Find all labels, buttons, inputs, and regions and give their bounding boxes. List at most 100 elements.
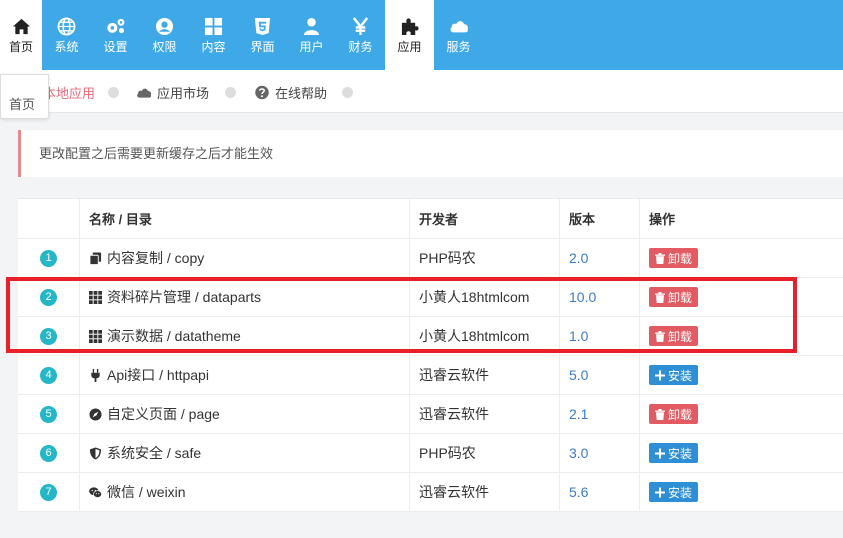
user-circle-icon	[155, 16, 175, 36]
table-row: 3 演示数据 / datatheme 小黄人18htmlcom 1.0 卸载	[18, 317, 843, 356]
nav-item-content[interactable]: 内容	[189, 0, 238, 70]
action-cell: 安装	[640, 434, 843, 472]
action-cell: 安装	[640, 356, 843, 394]
developer-cell: 小黄人18htmlcom	[410, 317, 560, 355]
user-icon	[302, 16, 322, 36]
uninstall-button[interactable]: 卸载	[649, 326, 699, 346]
uninstall-button[interactable]: 卸载	[649, 287, 699, 307]
version-text: 3.0	[569, 445, 589, 461]
app-name-text: 资料碎片管理 / dataparts	[107, 289, 262, 305]
developer-cell: 迅睿云软件	[410, 395, 560, 433]
nav-item-finance[interactable]: 财务	[336, 0, 385, 70]
action-cell: 卸载	[640, 395, 843, 433]
name-cell: 微信 / weixin	[80, 473, 410, 511]
table-row: 5 自定义页面 / page 迅睿云软件 2.1 卸载	[18, 395, 843, 434]
app-name-text: 系统安全 / safe	[107, 445, 202, 461]
index-cell: 2	[18, 278, 80, 316]
row-number-badge: 5	[40, 405, 57, 423]
grid-icon	[204, 16, 224, 36]
uninstall-button[interactable]: 卸载	[649, 248, 699, 268]
app-name-text: 自定义页面 / page	[107, 406, 220, 422]
app-name-text: 微信 / weixin	[107, 484, 186, 500]
app-name: Api接口 / httpapi	[89, 365, 209, 385]
table-row: 6 系统安全 / safe PHP码农 3.0 安装	[18, 434, 843, 473]
nav-item-home[interactable]: 首页	[0, 0, 42, 70]
trash-icon	[655, 408, 665, 420]
table-row: 1 内容复制 / copy PHP码农 2.0 卸载	[18, 239, 843, 278]
info-alert: 更改配置之后需要更新缓存之后才能生效	[18, 130, 843, 177]
header-developer: 开发者	[410, 199, 560, 238]
tab-label: 在线帮助	[275, 86, 328, 101]
globe-icon	[57, 16, 77, 36]
question-circle-icon	[255, 85, 269, 100]
top-nav: 首页 系统 设置 权限 内容 界面 用户 财务 应用 服务	[0, 0, 843, 70]
name-cell: 内容复制 / copy	[80, 239, 410, 277]
tab-separator-dot	[342, 87, 353, 98]
index-cell: 7	[18, 473, 80, 511]
gears-icon	[106, 16, 126, 36]
nav-label: 权限	[152, 40, 177, 54]
nav-item-users[interactable]: 用户	[287, 0, 336, 70]
tab-label: 本地应用	[43, 86, 96, 101]
compass-icon	[89, 407, 107, 421]
developer-cell: PHP码农	[410, 239, 560, 277]
tab-app-market[interactable]: 应用市场	[136, 83, 209, 102]
developer-text: 迅睿云软件	[419, 406, 489, 422]
install-button[interactable]: 安装	[649, 443, 699, 463]
app-name: 自定义页面 / page	[89, 404, 220, 424]
version-cell: 3.0	[560, 434, 640, 472]
index-cell: 4	[18, 356, 80, 394]
table-body: 1 内容复制 / copy PHP码农 2.0 卸载 2 资料碎片管理 / datapart…	[18, 239, 843, 512]
install-button[interactable]: 安装	[649, 482, 699, 502]
install-button[interactable]: 安装	[649, 365, 699, 385]
nav-item-settings[interactable]: 设置	[91, 0, 140, 70]
app-name-text: 内容复制 / copy	[107, 250, 205, 266]
button-label: 卸载	[668, 290, 693, 305]
nav-label: 设置	[103, 40, 128, 54]
row-number-badge: 6	[40, 444, 57, 462]
row-number-badge: 7	[40, 483, 57, 501]
developer-text: PHP码农	[419, 250, 476, 266]
nav-item-apps[interactable]: 应用	[385, 0, 434, 70]
nav-item-permissions[interactable]: 权限	[140, 0, 189, 70]
developer-text: 迅睿云软件	[419, 484, 489, 500]
app-name: 微信 / weixin	[89, 482, 186, 502]
name-cell: 演示数据 / datatheme	[80, 317, 410, 355]
tab-online-help[interactable]: 在线帮助	[254, 83, 327, 102]
nav-item-service[interactable]: 服务	[434, 0, 483, 70]
developer-text: 小黄人18htmlcom	[419, 289, 530, 305]
th-icon	[89, 290, 107, 304]
version-text: 5.6	[569, 484, 589, 500]
developer-cell: 小黄人18htmlcom	[410, 278, 560, 316]
action-cell: 卸载	[640, 317, 843, 355]
table-header: 名称 / 目录 开发者 版本 操作	[18, 199, 843, 239]
version-text: 2.0	[569, 250, 589, 266]
button-label: 安装	[668, 485, 693, 500]
action-cell: 卸载	[640, 239, 843, 277]
version-cell: 2.0	[560, 239, 640, 277]
header-index	[18, 199, 80, 238]
button-label: 安装	[668, 368, 693, 383]
tab-separator-dot	[225, 87, 236, 98]
plus-icon	[655, 487, 665, 497]
shield-icon	[89, 446, 107, 460]
version-text: 2.1	[569, 406, 589, 422]
index-cell: 6	[18, 434, 80, 472]
th-icon	[89, 329, 107, 343]
nav-label: 服务	[446, 40, 471, 54]
nav-item-interface[interactable]: 界面	[238, 0, 287, 70]
nav-label: 应用	[397, 40, 422, 54]
uninstall-button[interactable]: 卸载	[649, 404, 699, 424]
action-cell: 安装	[640, 473, 843, 511]
cloud-icon	[449, 16, 469, 36]
row-number-badge: 1	[40, 249, 57, 267]
nav-label: 财务	[348, 40, 373, 54]
wechat-icon	[89, 486, 107, 499]
trash-icon	[655, 330, 665, 342]
button-label: 安装	[668, 446, 693, 461]
nav-item-system[interactable]: 系统	[42, 0, 91, 70]
name-cell: Api接口 / httpapi	[80, 356, 410, 394]
plus-icon	[655, 448, 665, 458]
copy-icon	[89, 251, 107, 265]
plus-icon	[655, 370, 665, 380]
